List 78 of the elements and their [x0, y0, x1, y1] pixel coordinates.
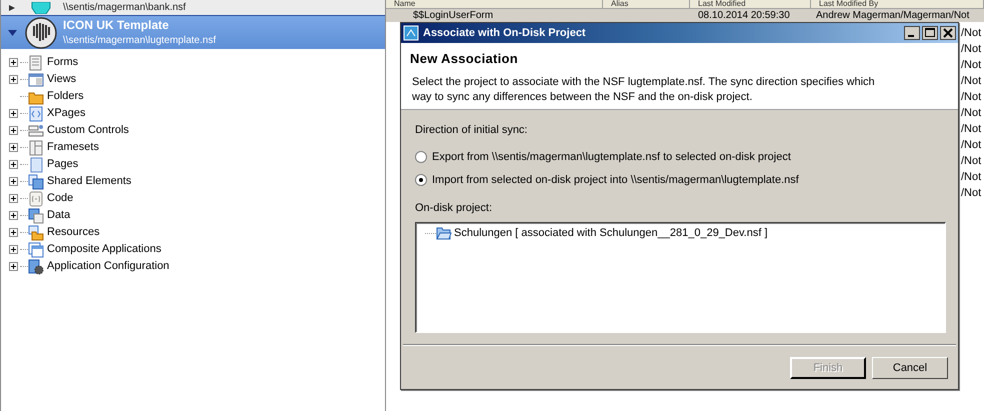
expand-icon[interactable] [9, 4, 15, 10]
table-cell-text: /Not [961, 26, 982, 41]
expand-icon[interactable] [9, 160, 18, 169]
project-icon [403, 25, 419, 41]
radio-button[interactable] [415, 151, 427, 163]
column-header[interactable]: Last Modified [698, 0, 746, 8]
tree-item[interactable]: Resources [47, 224, 100, 241]
description-text: Select the project to associate with the NSF lugtemplate.nsf. The sync direction specifies which way to sync any differences between the NSF and the on-disk project. [411, 74, 876, 104]
column-header[interactable]: Last Modified By [819, 0, 878, 8]
expand-icon[interactable] [9, 228, 18, 237]
database-title: ICON UK Template [63, 18, 170, 32]
table-cell-text: /Not [961, 154, 982, 169]
close-button[interactable] [940, 26, 956, 40]
expand-icon[interactable] [9, 177, 18, 186]
tree-item[interactable]: Forms [47, 54, 78, 71]
expand-icon[interactable] [9, 75, 18, 84]
radio-button[interactable] [415, 174, 427, 186]
view-icon [28, 72, 44, 88]
section-label: On-disk project: [415, 200, 494, 216]
page-icon [28, 156, 44, 172]
table-cell-text: /Not [961, 138, 982, 153]
database-path: \\sentis/magerman\bank.nsf [63, 1, 186, 15]
table-cell-text: /Not [961, 170, 982, 185]
page-icon [28, 106, 44, 122]
tree-item[interactable]: Data [47, 207, 70, 224]
column-header[interactable]: Name [394, 0, 416, 8]
frameset-icon [28, 140, 44, 156]
table-cell-text: /Not [961, 42, 982, 57]
column-header[interactable]: Alias [611, 0, 628, 8]
database-row[interactable]: \\sentis/magerman\bank.nsf [1, 0, 385, 15]
table-cell-text: /Not [961, 186, 982, 201]
collapse-icon[interactable] [8, 30, 16, 36]
database-icon [25, 16, 57, 48]
data-icon [28, 208, 44, 224]
table-cell: Andrew Magerman/Magerman/Not [816, 9, 970, 22]
table-cell-text: /Not [961, 74, 982, 89]
window-title: Associate with On-Disk Project [423, 26, 587, 41]
table-cell-text: /Not [961, 58, 982, 73]
tree-item[interactable]: Code [47, 190, 74, 207]
tree-item[interactable]: Composite Applications [47, 241, 162, 258]
tree-item[interactable]: Application Configuration [47, 258, 170, 275]
expand-icon[interactable] [9, 58, 18, 67]
radio-label[interactable]: Import from selected on-disk project into \\sentis/magerman\lugtemplate.nsf [432, 172, 799, 188]
table-cell: $$LoginUserForm [413, 9, 494, 22]
stack-icon [28, 174, 44, 190]
list-item[interactable]: Schulungen [ associated with Schulungen__281_0_29_Dev.nsf ] [454, 224, 768, 242]
table-cell-text: /Not [961, 106, 982, 121]
table-cell-text: /Not [961, 90, 982, 105]
tree-item[interactable]: XPages [47, 105, 86, 122]
gear-icon [28, 258, 44, 274]
section-label: Direction of initial sync: [415, 123, 528, 138]
minimize-button[interactable] [904, 26, 920, 40]
tree-item[interactable]: Framesets [47, 139, 99, 156]
dialog-heading: New Association [410, 50, 520, 68]
expand-icon[interactable] [9, 245, 18, 254]
folder-icon [28, 224, 44, 240]
tree-item[interactable]: Shared Elements [47, 173, 132, 190]
tree-item[interactable]: Custom Controls [47, 122, 129, 139]
project-list[interactable]: Schulungen [ associated with Schulungen__281_0_29_Dev.nsf ] [415, 222, 946, 333]
expand-icon[interactable] [9, 143, 18, 152]
expand-icon[interactable] [9, 126, 18, 135]
folder-icon [436, 226, 452, 240]
expand-icon[interactable] [9, 109, 18, 118]
table-row[interactable]: $$LoginUserForm 08.10.2014 20:59:30 Andrew Magerman/Magerman/Not [386, 9, 984, 22]
window-icon [28, 242, 44, 258]
table-cell-text: /Not [961, 122, 982, 137]
tree-item[interactable]: Folders [47, 88, 84, 105]
dialog-button[interactable]: Cancel [872, 357, 948, 379]
table-cell: 08.10.2014 20:59:30 [698, 9, 790, 22]
tree-item[interactable]: Pages [47, 156, 78, 173]
expand-icon[interactable] [9, 194, 18, 203]
maximize-button[interactable] [922, 26, 938, 40]
expand-icon[interactable] [9, 211, 18, 220]
radio-label[interactable]: Export from \\sentis/magerman\lugtemplate.nsf to selected on-disk project [432, 148, 791, 166]
tree-item[interactable]: Views [47, 71, 76, 88]
controls-icon [28, 122, 44, 138]
expand-icon[interactable] [9, 262, 18, 271]
database-path: \\sentis/magerman\lugtemplate.nsf [63, 34, 216, 48]
